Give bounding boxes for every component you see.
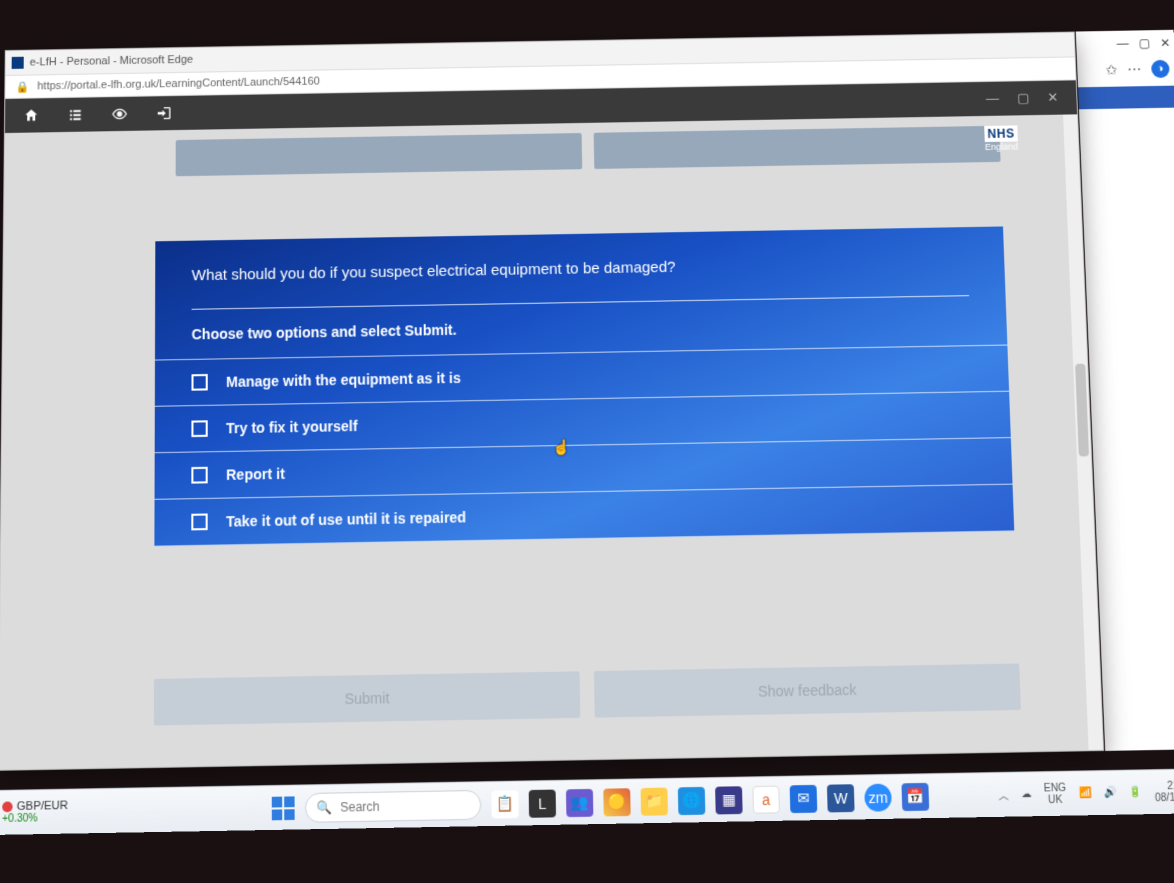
file-explorer-icon[interactable]: 📁 — [641, 787, 668, 815]
nhs-england-logo: NHS England — [984, 125, 1018, 152]
taskbar-app-icon[interactable]: 🟡 — [603, 788, 630, 816]
taskbar-stock-widget[interactable]: GBP/EUR +0.30% — [0, 799, 78, 825]
eye-icon[interactable] — [112, 106, 128, 122]
parent-page-header — [1078, 86, 1174, 110]
section-tab[interactable] — [176, 133, 583, 176]
outlook-icon[interactable]: ✉ — [790, 784, 818, 812]
start-button[interactable] — [272, 796, 295, 820]
minimize-icon[interactable]: ― — [1117, 37, 1130, 51]
quiz-panel: What should you do if you suspect electr… — [154, 226, 1014, 546]
favorite-icon[interactable]: ✩ — [1105, 61, 1117, 78]
lang-bottom: UK — [1048, 794, 1063, 806]
answer-label: Take it out of use until it is repaired — [226, 509, 466, 530]
action-buttons: Submit Show feedback — [154, 663, 1021, 725]
scrollbar-thumb[interactable] — [1075, 364, 1089, 457]
time-text: 21:0 — [1167, 780, 1174, 792]
taskbar-app-icon[interactable]: L — [529, 789, 556, 817]
stock-down-icon — [2, 801, 12, 812]
lang-top: ENG — [1044, 782, 1067, 794]
content-viewport: NHS England What should you do if you su… — [0, 114, 1103, 769]
section-tab[interactable] — [594, 126, 1001, 169]
exit-icon[interactable] — [156, 105, 172, 121]
edge-icon[interactable]: 🌐 — [678, 786, 706, 814]
favicon-icon — [12, 57, 24, 69]
taskbar-app-icon[interactable]: a — [752, 785, 780, 813]
checkbox-icon[interactable] — [191, 420, 207, 437]
url-text: https://portal.e-lfh.org.uk/LearningCont… — [37, 76, 320, 93]
popup-maximize-icon[interactable]: ▢ — [1017, 90, 1030, 106]
clock[interactable]: 21:0 08/11/202 — [1154, 780, 1174, 804]
teams-icon[interactable]: 👥 — [566, 788, 593, 816]
chevron-up-icon[interactable]: ︿ — [998, 787, 1009, 803]
show-feedback-button[interactable]: Show feedback — [594, 663, 1021, 717]
maximize-icon[interactable]: ▢ — [1139, 36, 1151, 50]
language-indicator[interactable]: ENG UK — [1044, 782, 1067, 806]
search-icon: 🔍 — [316, 799, 332, 814]
lock-icon: 🔒 — [15, 80, 29, 93]
home-icon[interactable] — [23, 107, 39, 123]
nhs-logo-text: NHS — [984, 125, 1018, 142]
monitor-screen: ― ▢ ✕ ✩ ⋯ ◑ e-LfH - Personal - Microsoft… — [0, 30, 1174, 835]
answer-label: Manage with the equipment as it is — [226, 370, 461, 391]
battery-icon[interactable]: 🔋 — [1129, 786, 1142, 798]
answer-label: Report it — [226, 465, 285, 483]
popup-close-icon[interactable]: ✕ — [1047, 90, 1059, 106]
close-icon[interactable]: ✕ — [1160, 36, 1171, 50]
checkbox-icon[interactable] — [191, 374, 207, 391]
edge-popup-window: e-LfH - Personal - Microsoft Edge 🔒 http… — [0, 32, 1104, 771]
search-placeholder: Search — [340, 799, 380, 815]
copilot-icon[interactable]: ◑ — [1151, 60, 1170, 78]
divider — [192, 295, 970, 310]
checkbox-icon[interactable] — [191, 467, 207, 484]
menu-list-icon[interactable] — [67, 107, 83, 123]
taskbar-app-icon[interactable]: ▦ — [715, 786, 743, 814]
taskbar-app-icon[interactable]: 📋 — [491, 790, 518, 818]
more-icon[interactable]: ⋯ — [1127, 61, 1142, 78]
window-title: e-LfH - Personal - Microsoft Edge — [30, 54, 194, 69]
question-text: What should you do if you suspect electr… — [155, 253, 1005, 299]
windows-taskbar: GBP/EUR +0.30% 🔍 Search 📋 L 👥 🟡 📁 🌐 ▦ a … — [0, 768, 1174, 835]
answer-label: Try to fix it yourself — [226, 418, 358, 437]
submit-button[interactable]: Submit — [154, 671, 580, 725]
volume-icon[interactable]: 🔊 — [1104, 787, 1117, 799]
stock-pair: GBP/EUR — [17, 799, 68, 813]
nhs-logo-subtext: England — [985, 141, 1019, 152]
onedrive-icon[interactable]: ☁ — [1021, 788, 1032, 800]
taskbar-search[interactable]: 🔍 Search — [305, 789, 481, 822]
section-tabs — [176, 126, 1001, 177]
wifi-icon[interactable]: 📶 — [1079, 787, 1092, 799]
stock-delta: +0.30% — [2, 812, 68, 825]
word-icon[interactable]: W — [827, 784, 855, 812]
calendar-icon[interactable]: 📅 — [901, 782, 929, 810]
popup-minimize-icon[interactable]: ― — [986, 91, 1000, 107]
checkbox-icon[interactable] — [191, 513, 207, 530]
zoom-icon[interactable]: zm — [864, 783, 892, 811]
date-text: 08/11/202 — [1155, 791, 1174, 804]
